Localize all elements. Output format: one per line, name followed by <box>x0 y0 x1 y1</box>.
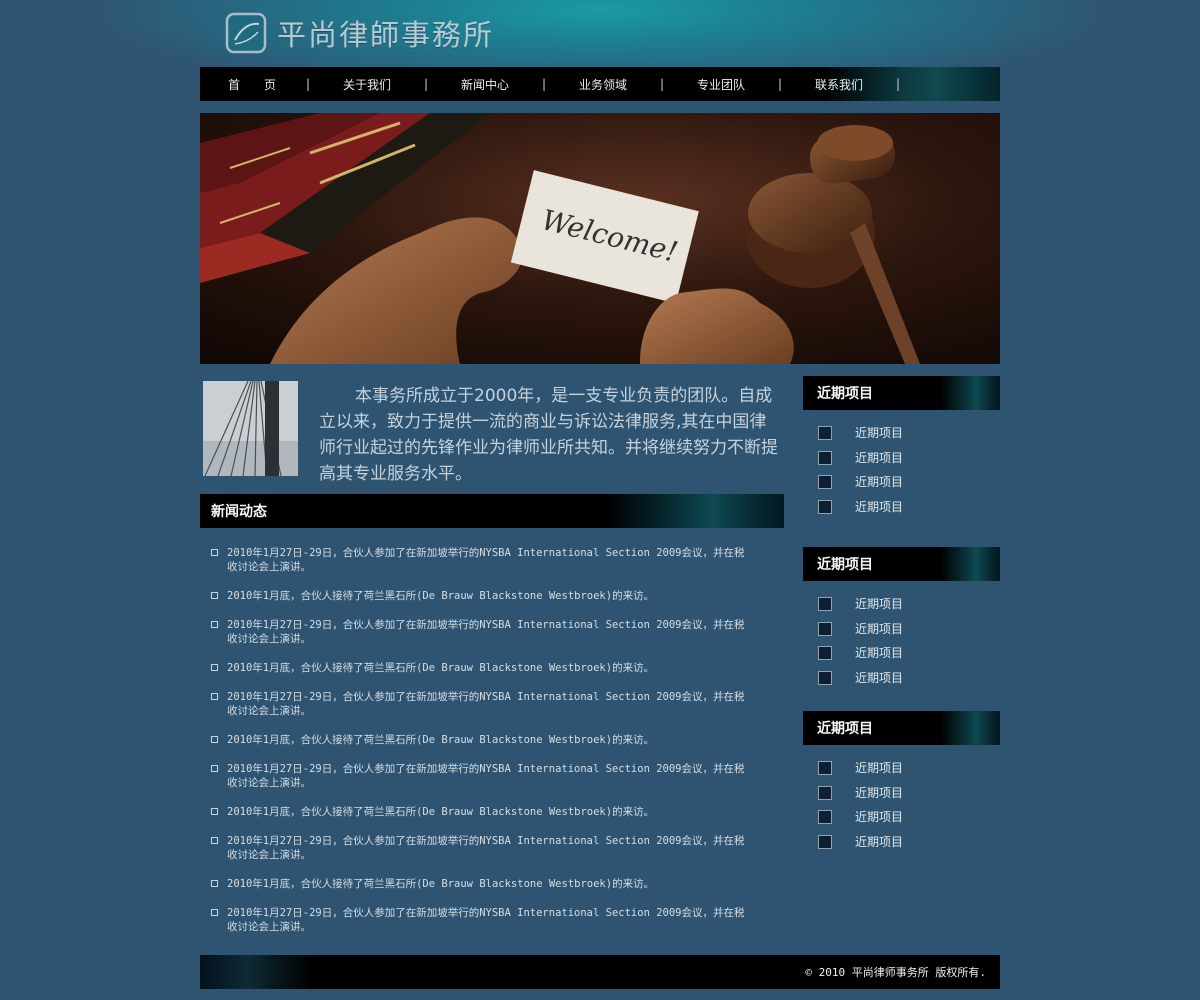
sidebar-project-item[interactable]: 近期项目 <box>818 450 903 475</box>
nav-news[interactable]: 新闻中心 <box>428 67 542 101</box>
law-firm-logo-icon <box>225 12 267 54</box>
sidebar-panel-title: 近期项目 <box>817 557 873 573</box>
copyright-text: © 2010 平尚律师事务所 版权所有. <box>805 966 986 979</box>
nav-about[interactable]: 关于我们 <box>310 67 424 101</box>
site-title: 平尚律師事務所 <box>277 18 495 52</box>
news-title: 新闻动态 <box>211 504 267 520</box>
square-bullet-icon <box>211 880 218 887</box>
sidebar-project-item[interactable]: 近期项目 <box>818 474 903 499</box>
square-bullet-icon <box>818 670 832 685</box>
news-item[interactable]: 2010年1月27日-29日，合伙人参加了在新加坡举行的NYSBA Intern… <box>200 690 747 718</box>
news-item[interactable]: 2010年1月27日-29日，合伙人参加了在新加坡举行的NYSBA Intern… <box>200 618 747 646</box>
main-nav: 首 页 | 关于我们 | 新闻中心 | 业务领域 | 专业团队 | 联系我们 | <box>200 67 1000 101</box>
nav-practice-areas[interactable]: 业务领域 <box>546 67 660 101</box>
news-item[interactable]: 2010年1月底，合伙人接待了荷兰黑石所(De Brauw Blackstone… <box>200 877 747 891</box>
sidebar-project-item[interactable]: 近期项目 <box>818 809 903 834</box>
sidebar-panel-2-header: 近期项目 <box>803 547 1000 581</box>
sidebar-project-item[interactable]: 近期项目 <box>818 425 903 450</box>
square-bullet-icon <box>211 909 218 916</box>
sidebar-project-item[interactable]: 近期项目 <box>818 621 903 646</box>
news-item[interactable]: 2010年1月27日-29日，合伙人参加了在新加坡举行的NYSBA Intern… <box>200 762 747 790</box>
square-bullet-icon <box>818 499 832 514</box>
square-bullet-icon <box>818 450 832 465</box>
news-item[interactable]: 2010年1月底，合伙人接待了荷兰黑石所(De Brauw Blackstone… <box>200 589 747 603</box>
nav-contact[interactable]: 联系我们 <box>782 67 896 101</box>
nav-separator: | <box>896 77 901 91</box>
square-bullet-icon <box>211 693 218 700</box>
square-bullet-icon <box>211 765 218 772</box>
news-item[interactable]: 2010年1月底，合伙人接待了荷兰黑石所(De Brauw Blackstone… <box>200 733 747 747</box>
square-bullet-icon <box>211 736 218 743</box>
footer: © 2010 平尚律师事务所 版权所有. <box>200 955 1000 989</box>
square-bullet-icon <box>818 646 832 660</box>
nav-home[interactable]: 首 页 <box>200 67 306 101</box>
square-bullet-icon <box>211 592 218 599</box>
banner-illustration: Welcome! <box>200 113 1000 364</box>
news-item[interactable]: 2010年1月27日-29日，合伙人参加了在新加坡举行的NYSBA Intern… <box>200 546 747 574</box>
square-bullet-icon <box>818 761 832 775</box>
sidebar-project-item[interactable]: 近期项目 <box>818 785 903 810</box>
sidebar-project-item[interactable]: 近期项目 <box>818 834 903 859</box>
intro-photo <box>203 381 298 476</box>
square-bullet-icon <box>818 597 832 611</box>
square-bullet-icon <box>211 549 218 556</box>
sidebar-project-item[interactable]: 近期项目 <box>818 645 903 670</box>
sidebar-panel-2-list: 近期项目 近期项目 近期项目 近期项目 <box>818 596 903 694</box>
square-bullet-icon <box>211 808 218 815</box>
square-bullet-icon <box>818 785 832 800</box>
news-item[interactable]: 2010年1月底，合伙人接待了荷兰黑石所(De Brauw Blackstone… <box>200 661 747 675</box>
square-bullet-icon <box>211 837 218 844</box>
sidebar-project-item[interactable]: 近期项目 <box>818 670 903 695</box>
sidebar-panel-title: 近期项目 <box>817 386 873 402</box>
square-bullet-icon <box>818 621 832 636</box>
intro-paragraph: 本事务所成立于2000年，是一支专业负责的团队。自成立以来，致力于提供一流的商业… <box>319 386 778 484</box>
square-bullet-icon <box>818 834 832 849</box>
sidebar-project-item[interactable]: 近期项目 <box>818 596 903 621</box>
sidebar-panel-1-list: 近期项目 近期项目 近期项目 近期项目 <box>818 425 903 523</box>
nav-team[interactable]: 专业团队 <box>664 67 778 101</box>
square-bullet-icon <box>211 621 218 628</box>
sidebar-project-item[interactable]: 近期项目 <box>818 760 903 785</box>
sidebar-panel-3-header: 近期项目 <box>803 711 1000 745</box>
page: 平尚律師事務所 首 页 | 关于我们 | 新闻中心 | 业务领域 | 专业团队 … <box>0 0 1200 1000</box>
news-item[interactable]: 2010年1月27日-29日，合伙人参加了在新加坡举行的NYSBA Intern… <box>200 906 747 934</box>
sidebar-panel-title: 近期项目 <box>817 721 873 737</box>
hero-banner: Welcome! <box>200 113 1000 364</box>
news-header: 新闻动态 <box>200 494 784 528</box>
square-bullet-icon <box>818 475 832 489</box>
sidebar-project-item[interactable]: 近期项目 <box>818 499 903 524</box>
site-logo[interactable]: 平尚律師事務所 <box>225 12 494 54</box>
square-bullet-icon <box>211 664 218 671</box>
square-bullet-icon <box>818 810 832 824</box>
content-wrapper: 平尚律師事務所 首 页 | 关于我们 | 新闻中心 | 业务领域 | 专业团队 … <box>200 0 1000 1000</box>
sidebar-panel-1-header: 近期项目 <box>803 376 1000 410</box>
square-bullet-icon <box>818 426 832 440</box>
news-item[interactable]: 2010年1月底，合伙人接待了荷兰黑石所(De Brauw Blackstone… <box>200 805 747 819</box>
news-item[interactable]: 2010年1月27日-29日，合伙人参加了在新加坡举行的NYSBA Intern… <box>200 834 747 862</box>
sidebar-panel-3-list: 近期项目 近期项目 近期项目 近期项目 <box>818 760 903 858</box>
